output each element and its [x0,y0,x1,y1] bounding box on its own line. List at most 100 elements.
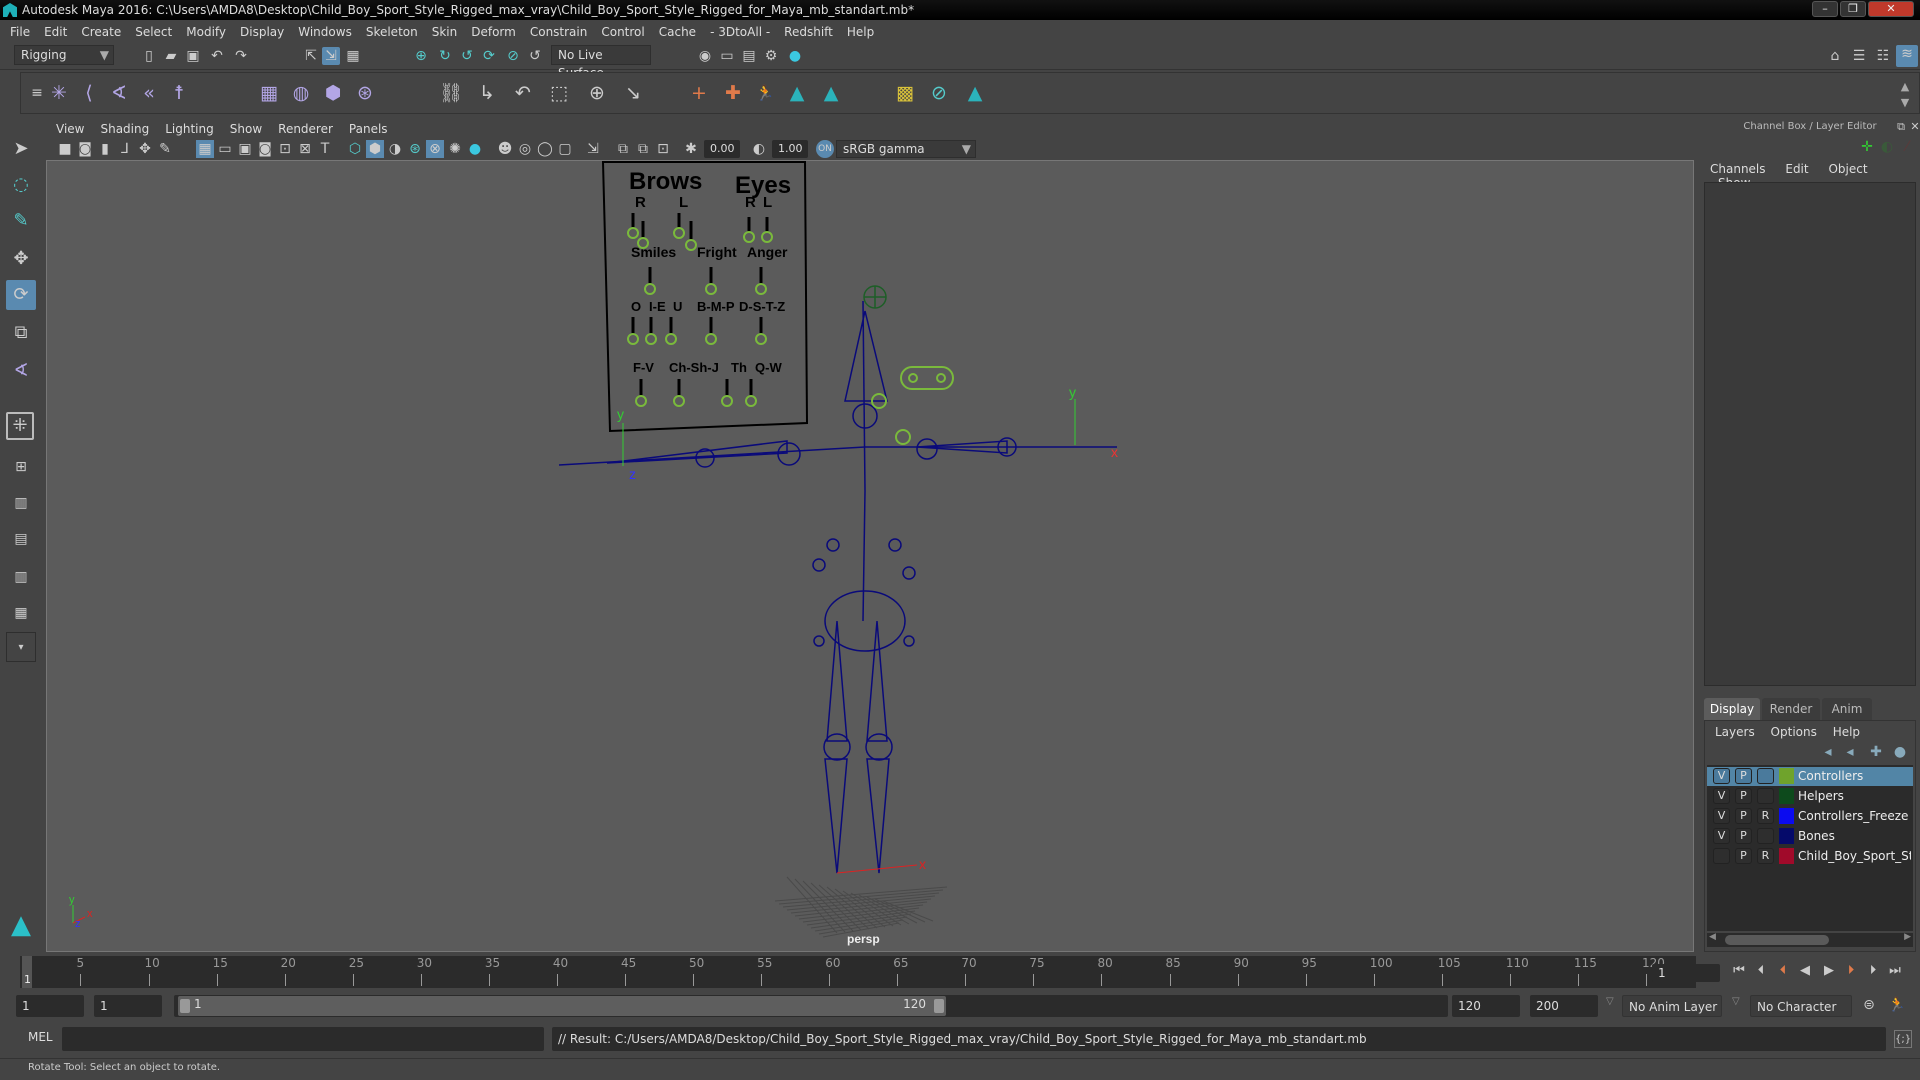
last-tool-icon[interactable]: ∢ [6,356,36,386]
layer-color-swatch[interactable] [1779,828,1794,844]
layer-color-swatch[interactable] [1779,848,1794,864]
snap-surface-icon[interactable]: ⊘ [504,47,522,65]
tool-settings-icon[interactable]: ☷ [1874,47,1892,65]
menu-control[interactable]: Control [594,22,651,42]
anim-layer-chevron-icon[interactable]: ▽ [1606,996,1614,1007]
move-tool-icon[interactable]: ✥ [6,244,36,274]
safe-title-icon[interactable]: T [316,140,334,158]
backface-culling-icon[interactable]: ⊡ [654,140,672,158]
face-slider-control[interactable] [673,227,685,239]
command-input[interactable] [62,1027,544,1051]
open-scene-icon[interactable]: ▰ [162,47,180,65]
layer-visibility-toggle[interactable]: V [1713,828,1730,844]
options-menu[interactable]: Options [1771,725,1829,739]
grid-icon[interactable]: ▦ [196,140,214,158]
film-gate-icon[interactable]: ▭ [216,140,234,158]
insert-joint-icon[interactable]: « [137,81,161,105]
lattice-icon[interactable]: ⬢ [321,81,345,105]
layer-visibility-toggle[interactable] [1713,848,1730,864]
panel-menu-panels[interactable]: Panels [341,120,396,138]
wireframe-on-shaded-icon[interactable]: ◑ [386,140,404,158]
humanik-icon[interactable]: ☨ [167,81,191,105]
safe-action-icon[interactable]: ⊠ [296,140,314,158]
menuset-dropdown[interactable]: Rigging ▼ [14,45,114,65]
point-constraint-icon[interactable]: ↳ [475,81,499,105]
face-slider-control[interactable] [644,283,656,295]
menu-3dtoall[interactable]: - 3DtoAll - [703,22,777,42]
layer-color-swatch[interactable] [1779,768,1794,784]
camera-attributes-icon[interactable]: ◙ [76,140,94,158]
auto-key-icon[interactable]: ⊜ [1860,996,1878,1014]
help-menu[interactable]: Help [1833,725,1860,739]
undo-icon[interactable]: ↶ [208,47,226,65]
textured-icon[interactable]: ⊛ [406,140,424,158]
manipulator-icon[interactable]: ✛ [1858,138,1876,156]
bind-skin-icon[interactable]: ▦ [257,81,281,105]
maya-logo-icon[interactable]: ▲ [785,81,809,105]
channel-box-toggle-icon[interactable]: ≋ [1896,45,1918,67]
restore-button[interactable]: ❐ [1840,1,1866,17]
anim-layer-field[interactable]: No Anim Layer [1622,995,1722,1017]
current-frame-field[interactable]: 1 [1652,964,1720,982]
menu-constrain[interactable]: Constrain [523,22,595,42]
layer-row[interactable]: V P Helpers [1707,787,1913,806]
menu-skin[interactable]: Skin [425,22,465,42]
script-language-toggle[interactable]: MEL [28,1030,53,1044]
panel-menu-lighting[interactable]: Lighting [157,120,222,138]
attribute-editor-icon[interactable]: ☰ [1850,47,1868,65]
layer-display-type-toggle[interactable] [1757,768,1774,784]
ik-handle-icon[interactable]: ⟨ [77,81,101,105]
snap-grid-icon[interactable]: ⊕ [412,47,430,65]
layer-playback-toggle[interactable]: P [1735,788,1752,804]
play-backward-icon[interactable]: ◀ [1796,962,1814,980]
persp-graph-layout-icon[interactable]: ▤ [6,524,36,554]
layer-playback-toggle[interactable]: P [1735,828,1752,844]
layer-color-swatch[interactable] [1779,788,1794,804]
layer-color-swatch[interactable] [1779,808,1794,824]
2d-pan-zoom-icon[interactable]: ✥ [136,140,154,158]
playback-end-field[interactable]: 120 [1452,995,1520,1017]
character-set-chevron-icon[interactable]: ▽ [1732,996,1740,1007]
wireframe-icon[interactable]: ⬡ [346,140,364,158]
menu-display[interactable]: Display [233,22,291,42]
gamma-icon[interactable]: ◐ [750,140,768,158]
face-slider-control[interactable] [755,333,767,345]
maya-logo-icon-3[interactable]: ▲ [963,81,987,105]
face-slider-control[interactable] [743,231,755,243]
layer-row[interactable]: V P R Controllers_Freeze [1707,807,1913,826]
step-forward-frame-icon[interactable]: ⏵ [1842,962,1860,980]
select-component-icon[interactable]: ▦ [344,47,362,65]
xray-icon[interactable]: ⊗ [426,140,444,158]
menu-cache[interactable]: Cache [652,22,703,42]
end-time-field[interactable]: 200 [1530,995,1598,1017]
bookmark-icon[interactable]: ▮ [96,140,114,158]
hypershade-icon[interactable]: ● [786,47,804,65]
object-menu[interactable]: Object [1820,162,1875,176]
face-slider-control[interactable] [627,333,639,345]
select-object-icon[interactable]: ⇲ [322,47,340,65]
xray-active-icon[interactable]: ⧉ [634,140,652,158]
render-settings-icon[interactable]: ⚙ [762,47,780,65]
select-hierarchy-icon[interactable]: ⇱ [302,47,320,65]
gamma-field[interactable]: 1.00 [772,140,808,158]
live-surface-field[interactable]: No Live Surface [551,45,651,80]
shadows-icon[interactable]: ● [466,140,484,158]
maya-logo-icon-2[interactable]: ▲ [819,81,843,105]
menu-create[interactable]: Create [74,22,128,42]
ambient-occlusion-icon[interactable]: ☻ [496,140,514,158]
face-slider-control[interactable] [665,333,677,345]
xray-joints-icon[interactable]: ⧉ [614,140,632,158]
motion-blur-icon[interactable]: ◎ [516,140,534,158]
menu-edit[interactable]: Edit [37,22,74,42]
layer-horizontal-scrollbar[interactable]: ◀ ▶ [1707,932,1913,947]
face-slider-control[interactable] [673,395,685,407]
tab-display[interactable]: Display [1704,698,1760,720]
new-scene-icon[interactable]: ▯ [140,47,158,65]
channels-menu[interactable]: Channels [1710,162,1774,176]
field-chart-icon[interactable]: ⊡ [276,140,294,158]
paint-select-tool-icon[interactable]: ✎ [6,206,36,236]
step-forward-key-icon[interactable]: ⏵ [1864,962,1882,980]
snap-curve-icon[interactable]: ↻ [436,47,454,65]
layer-display-type-toggle[interactable]: R [1757,848,1774,864]
layer-playback-toggle[interactable]: P [1735,768,1752,784]
